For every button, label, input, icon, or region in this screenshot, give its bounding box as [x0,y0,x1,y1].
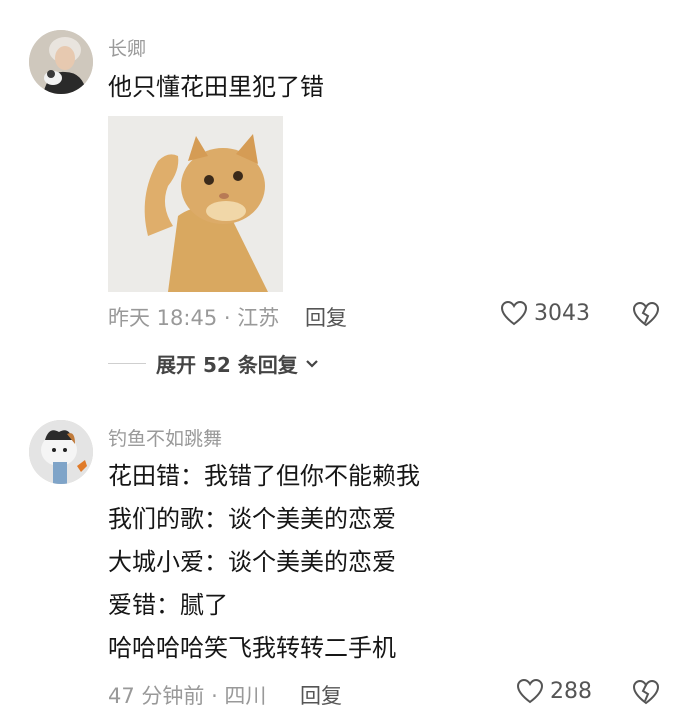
expand-label: 展开 52 条回复 [156,353,298,377]
comment-line: 哈哈哈哈笑飞我转转二手机 [108,634,396,662]
avatar-photo-icon [29,30,93,94]
heart-icon [500,300,528,326]
dislike-button[interactable] [632,301,660,331]
comment-meta: 47 分钟前 · 四川 [108,684,267,708]
broken-heart-icon [632,679,660,705]
reply-button[interactable]: 回复 [300,680,342,710]
like-count: 288 [550,678,592,704]
divider-line [108,363,146,364]
user-avatar[interactable] [29,30,93,94]
like-button[interactable]: 3043 [500,300,590,326]
avatar-photo-icon [29,420,93,484]
comment-line: 花田错：我错了但你不能赖我 [108,462,420,490]
user-avatar[interactable] [29,420,93,484]
comment-line: 大城小爱：谈个美美的恋爱 [108,548,396,576]
like-button[interactable]: 288 [516,678,592,704]
heart-icon [516,678,544,704]
username[interactable]: 长卿 [108,34,146,61]
reply-button[interactable]: 回复 [305,302,347,332]
cat-sticker-image[interactable] [108,116,283,292]
dislike-button[interactable] [632,679,660,709]
broken-heart-icon [632,301,660,327]
comment-text: 花田错：我错了但你不能赖我 我们的歌：谈个美美的恋爱 大城小爱：谈个美美的恋爱 … [108,455,420,670]
comment-meta: 昨天 18:45 · 江苏 [108,306,280,330]
comment-line: 我们的歌：谈个美美的恋爱 [108,505,396,533]
chevron-down-icon [305,359,318,368]
expand-replies-button[interactable]: 展开 52 条回复 [108,349,320,378]
comment-text: 他只懂花田里犯了错 [108,66,324,109]
comment-line: 他只懂花田里犯了错 [108,73,324,101]
username[interactable]: 钓鱼不如跳舞 [108,424,222,451]
comment-line: 爱错：腻了 [108,591,228,619]
like-count: 3043 [534,300,590,326]
saluting-cat-icon [108,116,283,292]
